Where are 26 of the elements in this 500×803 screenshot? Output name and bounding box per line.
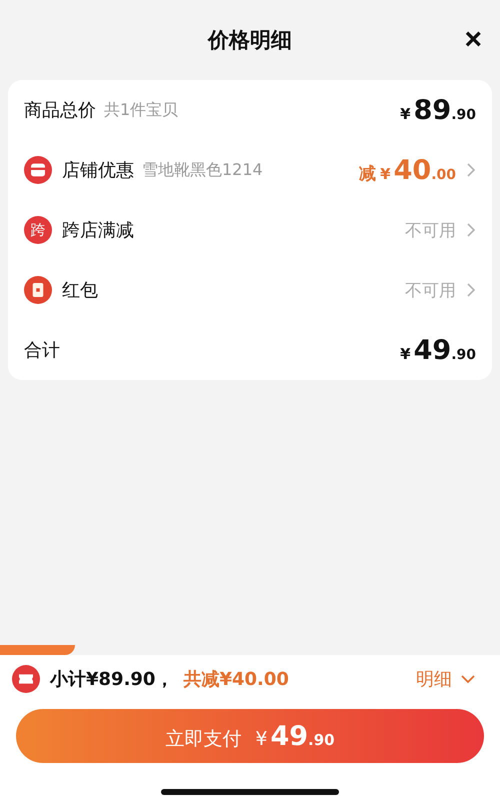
chevron-down-icon [460, 674, 476, 684]
ticket-icon [12, 665, 40, 693]
status-text: 不可用 [405, 280, 456, 302]
row-note: 共1件宝贝 [104, 100, 178, 120]
row-label: 红包 [62, 279, 98, 302]
chevron-right-icon[interactable] [466, 282, 476, 298]
price-amount: ¥89.90 [400, 94, 476, 126]
row-label: 合计 [24, 339, 60, 362]
chevron-right-icon[interactable] [466, 222, 476, 238]
close-button[interactable]: × [464, 26, 482, 54]
pay-button[interactable]: 立即支付 ¥49.90 [16, 709, 484, 763]
envelope-icon [24, 276, 52, 304]
row-label: 跨店满减 [62, 219, 134, 242]
cross-store-icon: 跨 [24, 216, 52, 244]
row-label: 商品总价 [24, 99, 96, 122]
sheet-title: 价格明细 [208, 27, 292, 54]
row-label: 店铺优惠 [62, 159, 134, 182]
reduction-text: 共减¥40.00 [183, 668, 289, 691]
price-amount: 减 ¥40.00 [359, 154, 456, 186]
status-text: 不可用 [405, 220, 456, 242]
details-button[interactable]: 明细 [416, 667, 488, 691]
subtotal-text: 小计¥89.90， [50, 668, 174, 691]
shop-icon [24, 156, 52, 184]
price-amount: ¥49.90 [400, 334, 476, 366]
row-note: 雪地靴黑色1214 [142, 160, 263, 180]
chevron-right-icon[interactable] [466, 162, 476, 178]
